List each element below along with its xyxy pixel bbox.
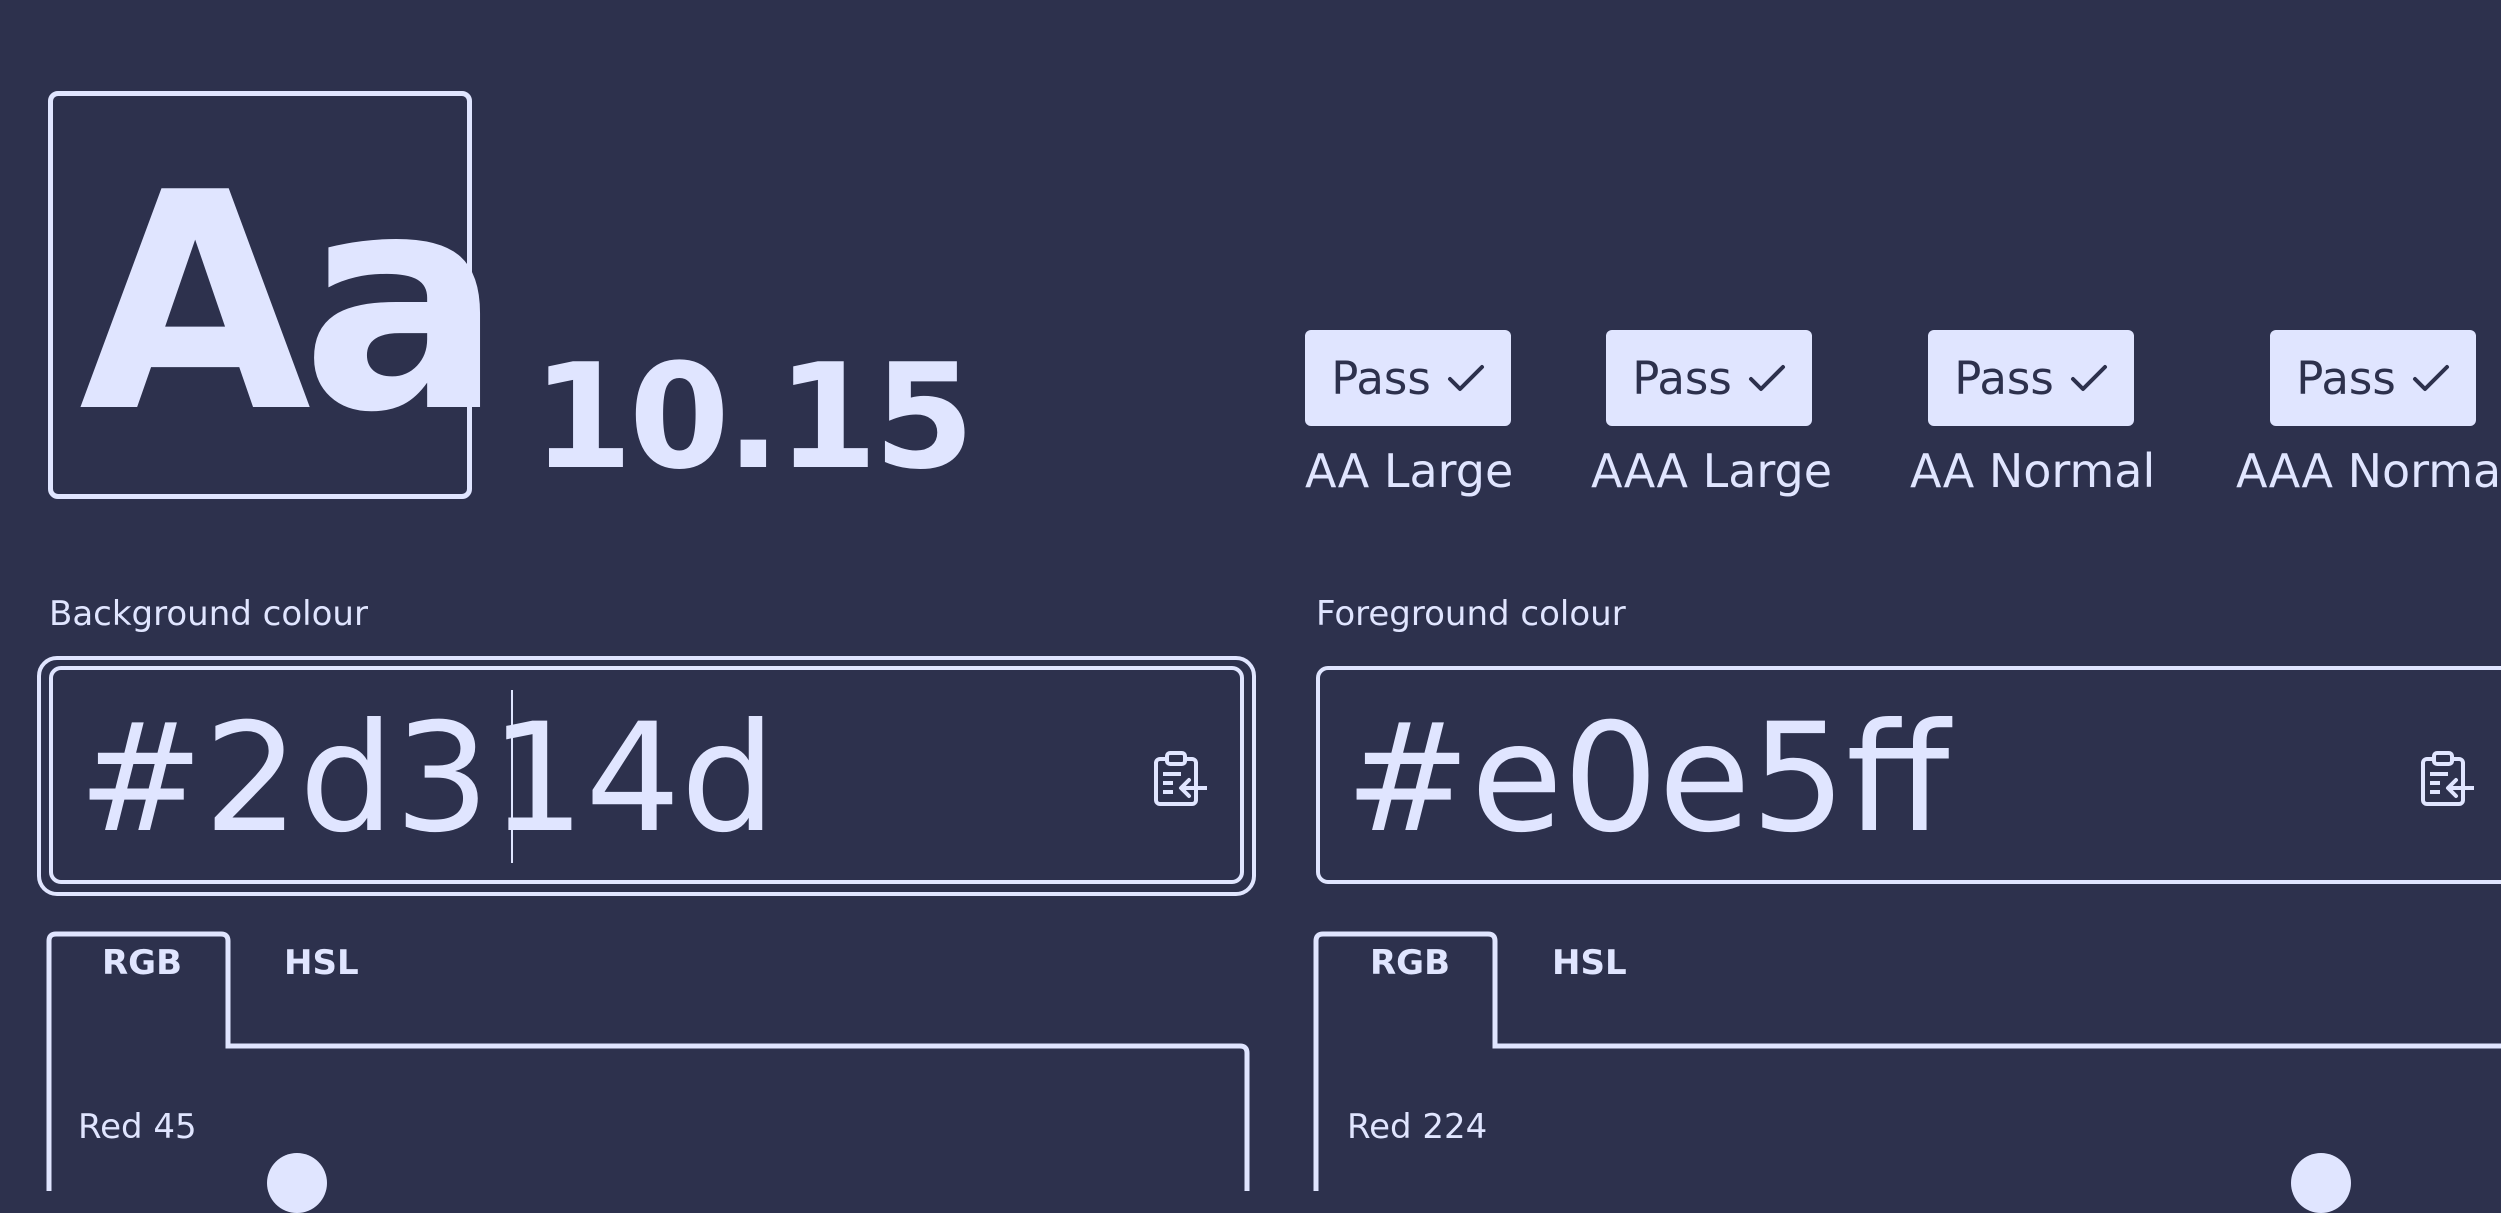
paste-button[interactable] [2416,748,2478,810]
paste-icon [1154,751,1207,806]
badge-text: Pass [1954,351,2054,405]
result-label: AA Large [1305,444,1514,498]
text-preview: Aa [48,91,504,499]
tab-rgb[interactable]: RGB [1370,946,1450,980]
foreground-tab-panel [1313,931,2501,1191]
check-icon [2412,365,2449,391]
pass-badge: Pass [1305,330,1511,426]
preview-sample-text: Aa [79,129,504,478]
red-channel-label: Red 45 [78,1107,197,1147]
red-slider-thumb[interactable] [2291,1153,2351,1213]
pass-badge: Pass [1928,330,2134,426]
badge-text: Pass [1632,351,1732,405]
pass-badge: Pass [1606,330,1812,426]
tab-rgb[interactable]: RGB [102,946,182,980]
background-tab-panel [46,931,1250,1191]
background-colour-input[interactable]: #2d314d [49,666,1244,884]
red-slider-thumb[interactable] [267,1153,327,1213]
foreground-colour-label: Foreground colour [1316,594,1626,634]
check-icon [1447,365,1484,391]
tab-hsl[interactable]: HSL [284,946,359,980]
tab-hsl[interactable]: HSL [1552,946,1627,980]
foreground-colour-input[interactable]: #e0e5ff [1316,666,2501,884]
foreground-colour-value: #e0e5ff [1345,692,1950,866]
pass-badge: Pass [2270,330,2476,426]
check-icon [2070,365,2107,391]
paste-button[interactable] [1149,748,1211,810]
paste-icon [2421,751,2474,806]
background-colour-value: #2d314d [78,692,776,866]
badge-text: Pass [1331,351,1431,405]
result-label: AAA Large [1591,444,1833,498]
background-colour-label: Background colour [49,594,368,634]
result-label: AAA Normal [2236,444,2501,498]
red-channel-label: Red 224 [1347,1107,1488,1147]
contrast-ratio: 10.15 [532,333,975,502]
badge-text: Pass [2296,351,2396,405]
result-label: AA Normal [1910,444,2156,498]
check-icon [1748,365,1785,391]
text-caret [511,690,513,863]
